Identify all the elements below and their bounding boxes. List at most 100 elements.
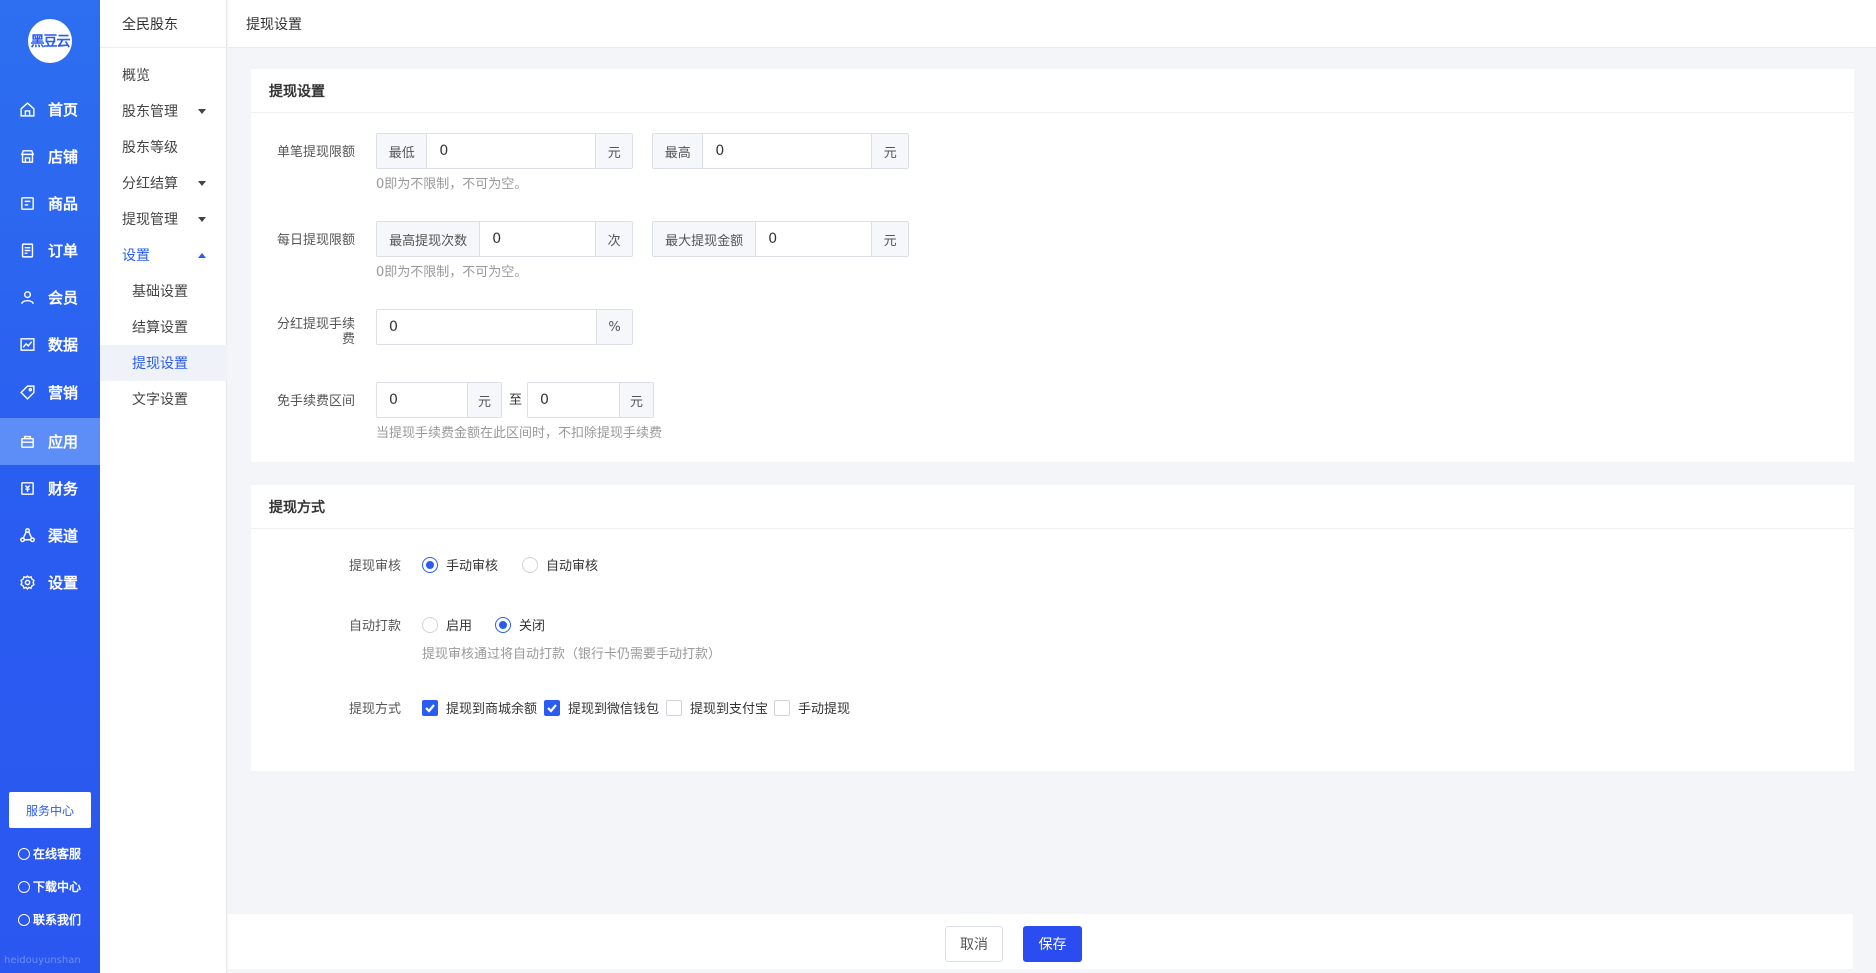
radio-auto-review[interactable]: 自动审核 (522, 555, 598, 574)
download-center-link[interactable]: 下载中心 (18, 878, 81, 895)
radio-auto-pay-on[interactable]: 启用 (422, 615, 472, 634)
sidebar-item-withdrawals[interactable]: 提现管理 (100, 201, 227, 237)
free-range-to-input[interactable] (528, 383, 619, 417)
chat-icon (18, 913, 30, 926)
radio-auto-pay-off[interactable]: 关闭 (495, 615, 545, 634)
checkbox-unchecked-icon (774, 699, 790, 716)
nav-item-app[interactable]: 应用 (0, 418, 100, 465)
single-limit-hint: 0即为不限制，不可为空。 (376, 177, 528, 192)
nav-item-marketing[interactable]: 营销 (0, 369, 100, 416)
nav-item-finance[interactable]: 财务 (0, 465, 100, 512)
nav-item-settings[interactable]: 设置 (0, 559, 100, 606)
contact-us-link[interactable]: 联系我们 (18, 911, 81, 928)
download-center-label: 下载中心 (33, 880, 82, 894)
nav-label: 渠道 (48, 527, 79, 545)
free-range-hint: 当提现手续费金额在此区间时，不扣除提现手续费 (376, 426, 663, 441)
contact-us-label: 联系我们 (33, 913, 82, 927)
sidebar-item-levels[interactable]: 股东等级 (100, 129, 227, 165)
sidebar-sub-basic[interactable]: 基础设置 (100, 273, 227, 309)
nav-item-member[interactable]: 会员 (0, 274, 100, 321)
nav-item-channel[interactable]: 渠道 (0, 512, 100, 559)
watermark-text: heidouyunshan (4, 955, 81, 966)
caret-down-icon (198, 217, 206, 222)
free-range-from-group: 元 (376, 382, 502, 418)
checkbox-alipay[interactable]: 提现到支付宝 (666, 698, 768, 717)
sidebar-item-dividends[interactable]: 分红结算 (100, 165, 227, 201)
card-title: 提现设置 (251, 69, 1854, 113)
checkbox-balance[interactable]: 提现到商城余额 (422, 698, 537, 717)
sidebar-sub-label: 提现设置 (132, 356, 188, 372)
input-suffix: 元 (467, 383, 501, 417)
daily-limit-hint: 0即为不限制，不可为空。 (376, 265, 528, 280)
card-title: 提现方式 (251, 485, 1854, 529)
input-suffix: 元 (871, 134, 908, 168)
sidebar-sub-text[interactable]: 文字设置 (100, 381, 227, 417)
nav-label: 数据 (48, 336, 79, 354)
sidebar-sub-label: 文字设置 (132, 392, 188, 408)
sidebar-sub-settlement[interactable]: 结算设置 (100, 309, 227, 345)
sidebar-item-settings[interactable]: 设置 (100, 237, 227, 273)
radio-manual-review[interactable]: 手动审核 (422, 555, 498, 574)
input-suffix: 元 (619, 383, 653, 417)
nav-label: 应用 (48, 433, 79, 451)
single-max-group: 最高 元 (652, 133, 909, 169)
nav-item-goods[interactable]: 商品 (0, 180, 100, 227)
caret-down-icon (198, 109, 206, 114)
save-button[interactable]: 保存 (1023, 926, 1082, 962)
checkbox-manual[interactable]: 手动提现 (774, 698, 850, 717)
daily-amount-group: 最大提现金额 元 (652, 221, 909, 257)
nav-item-home[interactable]: 首页 (0, 86, 100, 133)
footer-bar: 取消 保存 (228, 914, 1853, 969)
nav-label: 营销 (48, 384, 79, 402)
radio-checked-icon (422, 556, 438, 573)
single-max-input[interactable] (703, 134, 872, 168)
checkbox-wechat[interactable]: 提现到微信钱包 (544, 698, 659, 717)
caret-up-icon (198, 253, 206, 258)
fee-label: 分红提现手续 费 (277, 317, 355, 347)
fee-input[interactable] (377, 310, 596, 344)
logo-text: 黑豆云 (30, 34, 71, 50)
nav-item-order[interactable]: 订单 (0, 227, 100, 274)
sidebar-sub-withdraw[interactable]: 提现设置 (100, 345, 227, 381)
nav-item-store[interactable]: 店铺 (0, 133, 100, 180)
checkbox-label: 提现到微信钱包 (568, 702, 660, 717)
cancel-button[interactable]: 取消 (945, 926, 1003, 962)
free-range-from-input[interactable] (377, 383, 467, 417)
input-prefix: 最低 (377, 134, 428, 168)
nav-item-data[interactable]: 数据 (0, 321, 100, 368)
input-suffix: 元 (595, 134, 632, 168)
daily-amount-input[interactable] (756, 222, 872, 256)
sidebar-item-shareholders[interactable]: 股东管理 (100, 93, 227, 129)
sidebar-item-label: 设置 (122, 248, 150, 264)
range-to-text: 至 (509, 393, 523, 408)
checkbox-label: 提现到商城余额 (446, 702, 538, 717)
app-icon (18, 433, 36, 451)
nav-label: 财务 (48, 480, 79, 498)
online-service-link[interactable]: 在线客服 (18, 845, 81, 862)
nav-label: 设置 (48, 574, 79, 592)
brand-logo[interactable]: 黑豆云 (28, 19, 72, 63)
sidebar-item-overview[interactable]: 概览 (100, 57, 227, 93)
input-prefix: 最高提现次数 (377, 222, 481, 256)
single-min-group: 最低 元 (376, 133, 633, 169)
channel-icon (18, 527, 36, 545)
store-icon (18, 148, 36, 166)
service-center-button[interactable]: 服务中心 (9, 792, 91, 828)
page-header: 提现设置 (228, 0, 1876, 48)
nav-label: 首页 (48, 101, 79, 119)
headset-icon (18, 847, 30, 860)
online-service-label: 在线客服 (33, 847, 82, 861)
main-nav: 黑豆云 首页 店铺 商品 订单 会员 数据 营销 应用 财务 渠道 设置 服务中… (0, 0, 100, 973)
goods-icon (18, 195, 36, 213)
nav-label: 会员 (48, 289, 79, 307)
daily-count-input[interactable] (480, 222, 596, 256)
radio-unchecked-icon (522, 556, 538, 573)
radio-checked-icon (495, 616, 511, 633)
sidebar-sub-label: 结算设置 (132, 320, 188, 336)
user-icon (18, 289, 36, 307)
single-min-input[interactable] (427, 134, 596, 168)
input-prefix: 最高 (653, 134, 704, 168)
nav-label: 店铺 (48, 148, 79, 166)
sidebar-title: 全民股东 (100, 0, 226, 48)
radio-unchecked-icon (422, 616, 438, 633)
